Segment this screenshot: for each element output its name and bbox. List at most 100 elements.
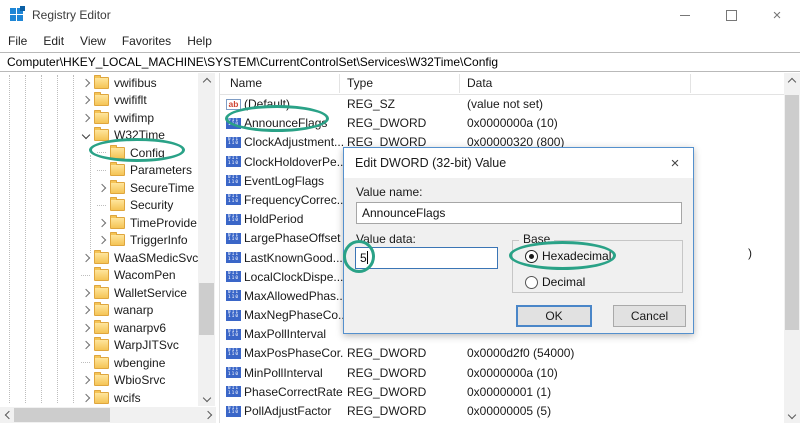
expand-icon[interactable] [79, 253, 92, 262]
expand-icon[interactable] [79, 341, 92, 350]
value-type: REG_SZ [347, 97, 396, 111]
folder-icon [94, 372, 109, 387]
tree-item-wcifs[interactable]: wcifs [0, 389, 198, 407]
value-type: REG_DWORD [347, 384, 427, 399]
address-bar[interactable]: Computer\HKEY_LOCAL_MACHINE\SYSTEM\Curre… [0, 52, 800, 72]
expand-icon[interactable] [79, 288, 92, 297]
registry-value-row-phasecorrectrate[interactable]: 011 110 PhaseCorrectRate REG_DWORD 0x0000000… [220, 383, 784, 402]
column-separator[interactable] [459, 74, 460, 93]
registry-value-row-maxposphasecor[interactable]: 011 110 MaxPosPhaseCor... REG_DWORD 0x0000d2… [220, 344, 784, 363]
folder-icon [94, 267, 109, 282]
tree-item-security[interactable]: Security [0, 197, 198, 215]
expand-icon[interactable] [79, 376, 92, 385]
expand-icon[interactable] [79, 113, 92, 122]
radio-decimal[interactable]: Decimal [525, 275, 585, 289]
list-scrollbar-thumb[interactable] [785, 95, 799, 330]
menu-file[interactable]: File [2, 30, 35, 52]
scroll-down-icon[interactable] [784, 408, 800, 423]
expand-icon[interactable] [79, 96, 92, 105]
expand-icon[interactable] [79, 323, 92, 332]
tree-item-walletservice[interactable]: WalletService [0, 284, 198, 302]
reg-dword-icon: 011 110 [226, 175, 241, 187]
ok-button[interactable]: OK [516, 305, 592, 327]
column-separator[interactable] [690, 74, 691, 93]
tree-vertical-scrollbar[interactable] [198, 73, 215, 406]
tree-connector [79, 274, 92, 276]
value-name: PollAdjustFactor [244, 404, 332, 418]
tree-item-vwifibus[interactable]: vwifibus [0, 74, 198, 92]
folder-icon [110, 232, 125, 247]
column-header-data[interactable]: Data [467, 73, 492, 94]
tree-item-label: SecureTime [130, 180, 195, 195]
menu-help[interactable]: Help [179, 30, 220, 52]
tree-item-label: wbengine [114, 355, 166, 370]
tree-item-label: Security [130, 198, 174, 213]
tree-item-wanarp[interactable]: wanarp [0, 302, 198, 320]
scroll-down-icon[interactable] [198, 391, 215, 406]
value-type: REG_DWORD [347, 116, 427, 131]
maximize-icon [725, 9, 737, 21]
list-vertical-scrollbar[interactable] [784, 73, 800, 423]
expand-icon[interactable] [95, 218, 108, 227]
dialog-close-icon[interactable]: × [666, 154, 684, 172]
annotation-circle-hexadecimal [509, 241, 616, 270]
reg-dword-icon: 011 110 [226, 271, 241, 283]
maximize-button[interactable] [708, 0, 754, 30]
tree-item-parameters[interactable]: Parameters [0, 162, 198, 180]
tree-item-wbengine[interactable]: wbengine [0, 354, 198, 372]
cancel-button[interactable]: Cancel [613, 305, 686, 327]
collapse-icon[interactable] [79, 131, 92, 140]
tree-item-wanarpv6[interactable]: wanarpv6 [0, 319, 198, 337]
tree-item-vwifimp[interactable]: vwifimp [0, 109, 198, 127]
folder-icon [94, 337, 109, 352]
tree-horizontal-scrollbar[interactable] [0, 407, 216, 423]
reg-dword-icon: 011 110 [226, 328, 241, 340]
reg-dword-icon: 011 110 [226, 232, 241, 244]
tree-hscrollbar-thumb[interactable] [14, 408, 110, 422]
value-name-label: Value name: [356, 185, 423, 199]
value-name-field[interactable]: AnnounceFlags [356, 202, 682, 224]
scroll-up-icon[interactable] [198, 73, 215, 88]
registry-value-row-polladjustfactor[interactable]: 011 110 PollAdjustFactor REG_DWORD 0x0000000… [220, 402, 784, 421]
column-header-type[interactable]: Type [347, 73, 373, 94]
menu-favorites[interactable]: Favorites [114, 30, 179, 52]
reg-dword-icon: 011 110 [226, 252, 241, 263]
tree-item-securetime[interactable]: SecureTime [0, 179, 198, 197]
tree-item-waasmedicsvc[interactable]: WaaSMedicSvc [0, 249, 198, 267]
value-name: HoldPeriod [244, 212, 304, 227]
tree-item-wacompen[interactable]: WacomPen [0, 267, 198, 285]
data-overflow-fragment: ) [748, 246, 752, 260]
expand-icon[interactable] [79, 306, 92, 315]
tree-scrollbar-thumb[interactable] [199, 283, 214, 335]
tree-item-timeprovide[interactable]: TimeProvide [0, 214, 198, 232]
menu-edit[interactable]: Edit [35, 30, 72, 52]
minimize-button[interactable] [662, 0, 708, 30]
expand-icon[interactable] [95, 183, 108, 192]
scroll-right-icon[interactable] [202, 407, 216, 423]
expand-icon[interactable] [79, 78, 92, 87]
column-separator[interactable] [339, 74, 340, 93]
tree-item-wbiosrvc[interactable]: WbioSrvc [0, 372, 198, 390]
menu-view[interactable]: View [72, 30, 114, 52]
registry-value-row-minpollinterval[interactable]: 011 110 MinPollInterval REG_DWORD 0x0000000a… [220, 364, 784, 383]
value-name: LastKnownGood... [244, 250, 343, 265]
expand-icon[interactable] [95, 236, 108, 245]
window-title: Registry Editor [32, 8, 111, 22]
registry-tree: vwifibus vwififlt vwifimp W32Time Config Para… [0, 74, 198, 407]
scroll-left-icon[interactable] [0, 407, 14, 423]
expand-icon[interactable] [79, 393, 92, 402]
scroll-up-icon[interactable] [784, 73, 800, 88]
tree-item-warpjitsvc[interactable]: WarpJITSvc [0, 337, 198, 355]
menu-bar: File Edit View Favorites Help [0, 30, 800, 52]
annotation-circle-config [89, 138, 185, 162]
radio-unselected-icon [525, 275, 538, 289]
tree-item-label: TriggerInfo [130, 233, 188, 248]
close-button[interactable]: × [754, 0, 800, 30]
folder-icon [94, 92, 109, 107]
tree-item-triggerinfo[interactable]: TriggerInfo [0, 232, 198, 250]
value-data-input[interactable]: 5 [355, 247, 498, 269]
column-header-name[interactable]: Name [230, 73, 262, 94]
value-data: 0x0000000a (10) [467, 365, 558, 380]
value-name: EventLogFlags [244, 173, 325, 188]
tree-item-vwififlt[interactable]: vwififlt [0, 92, 198, 110]
